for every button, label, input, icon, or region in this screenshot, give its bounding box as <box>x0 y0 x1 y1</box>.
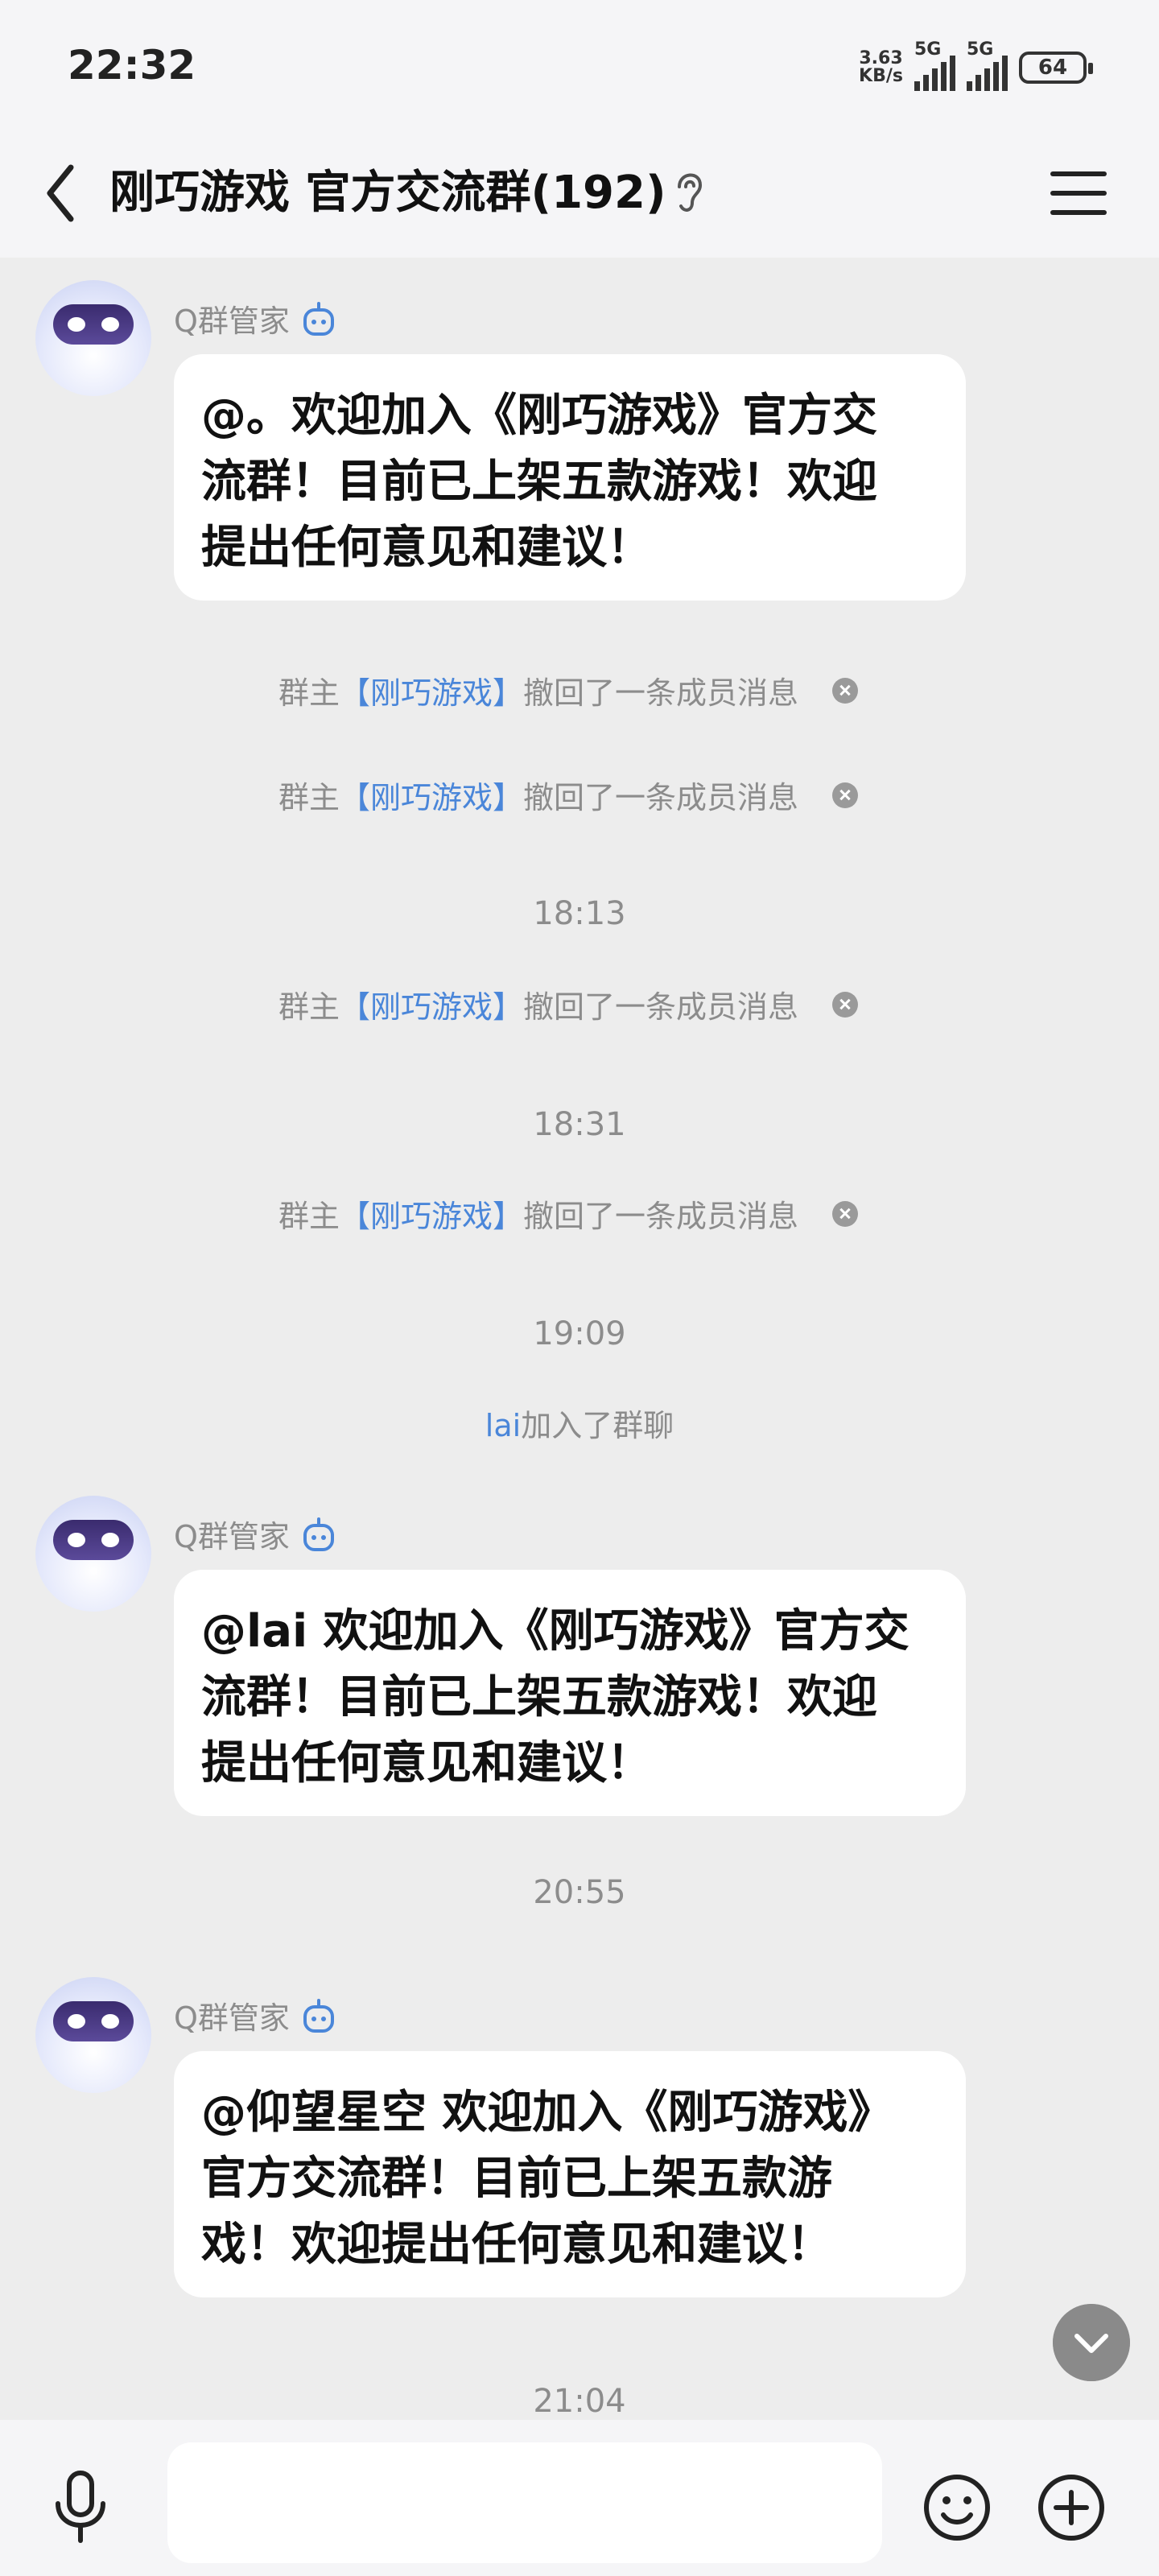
emoji-icon[interactable] <box>921 2471 993 2544</box>
message-line: 提出任何意见和建议！ <box>201 1737 652 1790</box>
close-icon[interactable] <box>832 782 859 808</box>
message-line: 官方交流群！目前已上架五款游 <box>201 2153 832 2205</box>
sender-name: Q群管家 <box>174 303 290 339</box>
battery-icon: 64 <box>1019 52 1093 84</box>
recall-notice: 群主 【刚巧游戏】 撤回了一条成员消息 <box>278 982 859 1026</box>
recall-owner-name[interactable]: 【刚巧游戏】 <box>340 982 523 1026</box>
recall-owner-name[interactable]: 【刚巧游戏】 <box>340 1191 523 1236</box>
mic-icon[interactable] <box>50 2468 111 2545</box>
message-line: @仰望星空 欢迎加入《刚巧游戏》 <box>201 2087 893 2139</box>
message-line: 戏！欢迎提出任何意见和建议！ <box>201 2219 832 2271</box>
close-icon[interactable] <box>832 1200 859 1227</box>
recall-text: 撤回了一条成员消息 <box>523 1199 799 1234</box>
plus-icon[interactable] <box>1035 2471 1107 2544</box>
message-bubble[interactable]: @仰望星空 欢迎加入《刚巧游戏》 官方交流群！目前已上架五款游 戏！欢迎提出任何… <box>174 2051 966 2297</box>
scroll-down-icon[interactable] <box>1053 2304 1130 2381</box>
battery-level: 64 <box>1037 56 1068 80</box>
status-bar: 22:32 3.63 KB/s 5G 5G 64 <box>0 0 1159 129</box>
message-line: @。欢迎加入《刚巧游戏》官方交 <box>201 390 877 442</box>
signal-icon-2: 5G <box>967 39 1008 91</box>
status-icons: 3.63 KB/s 5G 5G 64 <box>859 39 1093 91</box>
timestamp: 19:09 <box>533 1315 626 1352</box>
sender-name: Q群管家 <box>174 1519 290 1554</box>
network-speed-value: 3.63 <box>859 48 903 68</box>
recall-owner-name[interactable]: 【刚巧游戏】 <box>340 668 523 712</box>
join-notice: lai加入了群聊 <box>0 1401 1159 1445</box>
robot-icon <box>303 1517 334 1551</box>
menu-icon[interactable] <box>1048 161 1109 225</box>
recall-prefix: 群主 <box>278 989 340 1025</box>
recall-notice: 群主 【刚巧游戏】 撤回了一条成员消息 <box>278 668 859 712</box>
signal-icon: 5G <box>914 39 955 91</box>
message-line: 流群！目前已上架五款游戏！欢迎 <box>201 456 877 508</box>
recall-prefix: 群主 <box>278 1199 340 1234</box>
message-line: 提出任何意见和建议！ <box>201 522 652 574</box>
recall-text: 撤回了一条成员消息 <box>523 675 799 711</box>
sender-name-row: Q群管家 <box>174 1993 336 2037</box>
ear-icon[interactable] <box>670 161 710 222</box>
message-input[interactable] <box>167 2442 882 2563</box>
back-icon[interactable] <box>39 153 87 233</box>
network-speed-unit: KB/s <box>859 66 903 86</box>
message-bubble[interactable]: @lai 欢迎加入《刚巧游戏》官方交 流群！目前已上架五款游戏！欢迎 提出任何意… <box>174 1570 966 1816</box>
recall-prefix: 群主 <box>278 675 340 711</box>
sim2-label: 5G <box>967 39 994 60</box>
timestamp: 21:04 <box>533 2383 626 2420</box>
chat-header: 刚巧游戏 官方交流群(192) <box>0 129 1159 258</box>
close-icon[interactable] <box>832 677 859 704</box>
recall-text: 撤回了一条成员消息 <box>523 989 799 1025</box>
timestamp: 20:55 <box>533 1874 626 1911</box>
network-speed: 3.63 KB/s <box>859 50 903 85</box>
join-text: 加入了群聊 <box>521 1408 674 1443</box>
robot-icon <box>303 1998 334 2033</box>
robot-icon <box>303 301 334 336</box>
recall-notice: 群主 【刚巧游戏】 撤回了一条成员消息 <box>278 773 859 817</box>
avatar[interactable] <box>35 280 151 396</box>
sender-name: Q群管家 <box>174 2000 290 2036</box>
sender-name-row: Q群管家 <box>174 296 336 341</box>
recall-notice: 群主 【刚巧游戏】 撤回了一条成员消息 <box>278 1191 859 1236</box>
status-time: 22:32 <box>68 42 196 89</box>
recall-prefix: 群主 <box>278 780 340 815</box>
input-bar <box>0 2420 1159 2576</box>
message-line: @lai 欢迎加入《刚巧游戏》官方交 <box>201 1605 909 1657</box>
sim1-label: 5G <box>914 39 942 60</box>
close-icon[interactable] <box>832 991 859 1018</box>
message-line: 流群！目前已上架五款游戏！欢迎 <box>201 1671 877 1724</box>
message-bubble[interactable]: @。欢迎加入《刚巧游戏》官方交 流群！目前已上架五款游戏！欢迎 提出任何意见和建… <box>174 354 966 601</box>
timestamp: 18:13 <box>533 895 626 932</box>
timestamp: 18:31 <box>533 1106 626 1143</box>
avatar[interactable] <box>35 1496 151 1612</box>
recall-text: 撤回了一条成员消息 <box>523 780 799 815</box>
sender-name-row: Q群管家 <box>174 1512 336 1556</box>
avatar[interactable] <box>35 1977 151 2093</box>
join-user-name[interactable]: lai <box>485 1408 521 1443</box>
chat-area[interactable]: Q群管家 @。欢迎加入《刚巧游戏》官方交 流群！目前已上架五款游戏！欢迎 提出任… <box>0 258 1159 2420</box>
recall-owner-name[interactable]: 【刚巧游戏】 <box>340 773 523 817</box>
group-title[interactable]: 刚巧游戏 官方交流群(192) <box>109 161 666 225</box>
